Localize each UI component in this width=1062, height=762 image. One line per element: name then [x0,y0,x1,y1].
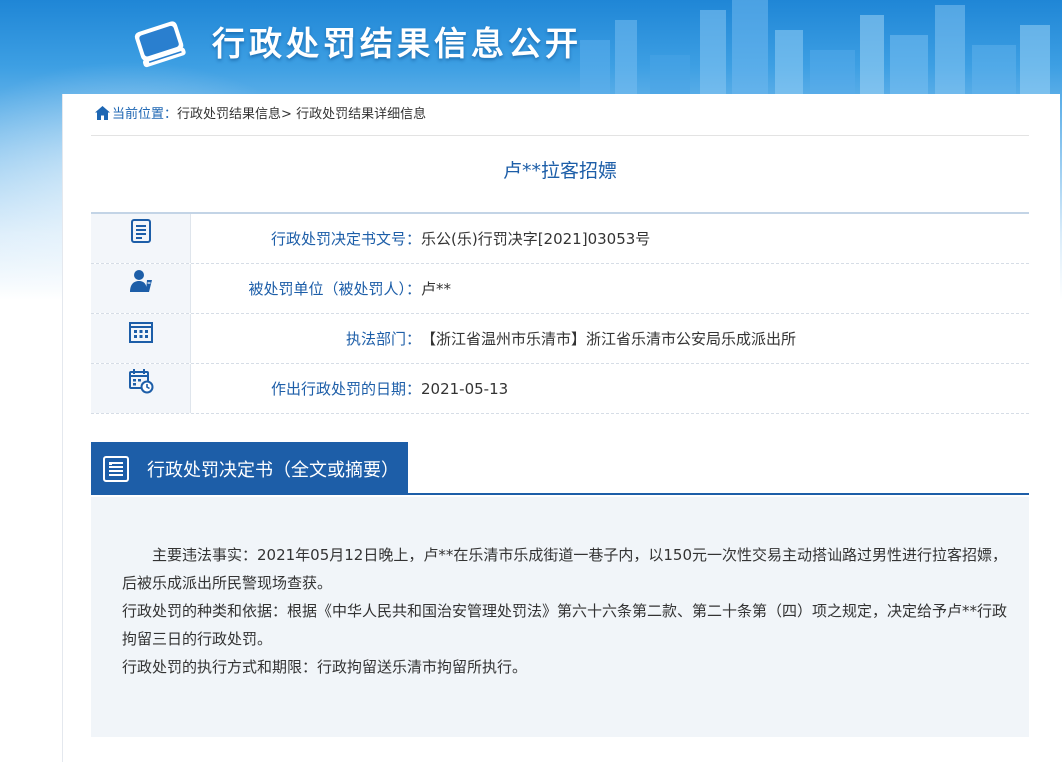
decision-text: 主要违法事实：2021年05月12日晚上，卢**在乐清市乐成街道一巷子内，以15… [91,497,1029,737]
breadcrumb-link-list[interactable]: 行政处罚结果信息> [177,107,292,122]
info-label: 执法部门： [345,330,421,348]
info-value: 2021-05-13 [421,379,509,398]
calendar-icon [128,369,153,394]
info-label: 作出行政处罚的日期： [270,380,421,398]
info-label: 行政处罚决定书文号： [270,230,421,248]
info-table: 行政处罚决定书文号： 乐公(乐)行罚决字[2021]03053号 被处罚单位（被处… [91,212,1029,414]
info-value: 乐公(乐)行罚决字[2021]03053号 [421,230,651,248]
breadcrumb-link-detail[interactable]: 行政处罚结果详细信息 [296,107,426,122]
document-icon [130,219,151,243]
decision-paragraph: 主要违法事实：2021年05月12日晚上，卢**在乐清市乐成街道一巷子内，以15… [122,546,1007,592]
section-header: 行政处罚决定书（全文或摘要） [91,442,1029,495]
city-skyline-decoration [580,0,1050,95]
info-value: 【浙江省温州市乐清市】浙江省乐清市公安局乐成派出所 [421,330,797,348]
banner-title: 行政处罚结果信息公开 [212,24,582,63]
breadcrumb-current-label: 当前位置： [112,107,178,122]
info-icon-cell [91,364,191,413]
info-icon-cell [91,264,191,313]
person-icon [129,270,152,292]
content-panel: 当前位置：行政处罚结果信息> 行政处罚结果详细信息 卢**拉客招嫖 行政处罚决定… [62,94,1060,762]
info-icon-cell [91,314,191,363]
info-icon-cell [91,214,191,263]
building-icon [128,322,153,343]
page-title: 卢**拉客招嫖 [502,160,617,182]
decision-paragraph: 行政处罚的执行方式和期限：行政拘留送乐清市拘留所执行。 [122,658,528,676]
info-value: 卢** [421,280,452,298]
decision-paragraph: 行政处罚的种类和依据：根据《中华人民共和国治安管理处罚法》第六十六条第二款、第二… [122,602,1008,648]
info-label: 被处罚单位（被处罚人）： [248,280,421,298]
section-title: 行政处罚决定书（全文或摘要） [147,459,399,481]
info-row-penalty-date: 作出行政处罚的日期： 2021-05-13 [91,364,1029,414]
section-tab: 行政处罚决定书（全文或摘要） [91,442,408,495]
document-list-icon [103,455,129,482]
info-row-enforcement-department: 执法部门： 【浙江省温州市乐清市】浙江省乐清市公安局乐成派出所 [91,314,1029,364]
divider [91,135,1029,136]
info-row-penalized-party: 被处罚单位（被处罚人）： 卢** [91,264,1029,314]
info-row-decision-number: 行政处罚决定书文号： 乐公(乐)行罚决字[2021]03053号 [91,214,1029,264]
breadcrumb: 当前位置：行政处罚结果信息> 行政处罚结果详细信息 [95,102,426,128]
home-icon[interactable] [95,106,110,120]
book-icon [134,21,186,68]
